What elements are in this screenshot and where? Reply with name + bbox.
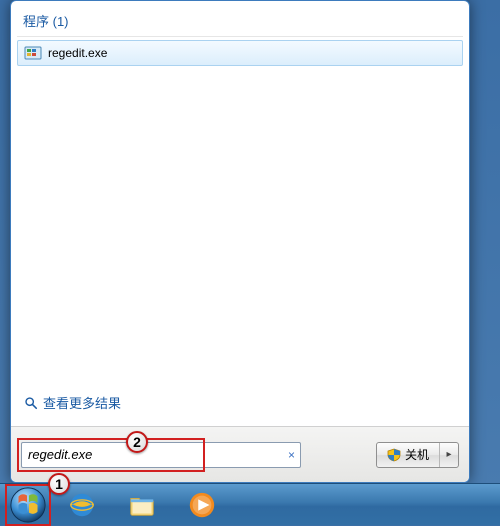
clear-search-icon[interactable]: ×	[288, 448, 295, 462]
result-item-regedit[interactable]: regedit.exe	[17, 40, 463, 66]
result-item-label: regedit.exe	[48, 46, 107, 60]
results-list: regedit.exe	[17, 40, 463, 66]
annotation-callout-1: 1	[48, 473, 70, 495]
see-more-results[interactable]: 查看更多结果	[17, 389, 463, 422]
shutdown-split-button[interactable]: 关机 ▸	[376, 442, 459, 468]
shield-icon	[387, 448, 401, 462]
file-explorer-icon	[127, 490, 157, 520]
callout-number: 1	[55, 476, 63, 492]
results-empty-area	[17, 66, 463, 389]
shutdown-options-arrow[interactable]: ▸	[440, 443, 458, 467]
windows-orb-icon	[9, 486, 47, 524]
search-box-wrap: ×	[21, 442, 301, 468]
annotation-callout-2: 2	[126, 431, 148, 453]
regedit-icon	[24, 44, 42, 62]
shutdown-label: 关机	[405, 446, 429, 463]
chevron-right-icon: ▸	[446, 449, 451, 460]
taskbar	[0, 483, 500, 525]
taskbar-item-explorer[interactable]	[114, 487, 170, 523]
media-player-icon	[187, 490, 217, 520]
search-icon	[23, 395, 39, 411]
search-input[interactable]	[21, 442, 301, 468]
see-more-label: 查看更多结果	[43, 393, 121, 412]
results-category-header: 程序 (1)	[17, 7, 463, 37]
start-menu-results-panel: 程序 (1) regedit.exe	[11, 1, 469, 426]
taskbar-item-media-player[interactable]	[174, 487, 230, 523]
start-button[interactable]	[6, 485, 50, 525]
start-menu: 程序 (1) regedit.exe	[10, 0, 470, 483]
internet-explorer-icon	[67, 490, 97, 520]
callout-number: 2	[133, 434, 141, 450]
shutdown-button[interactable]: 关机	[377, 443, 440, 467]
start-menu-bottom-bar: × 关机 ▸	[11, 426, 469, 482]
